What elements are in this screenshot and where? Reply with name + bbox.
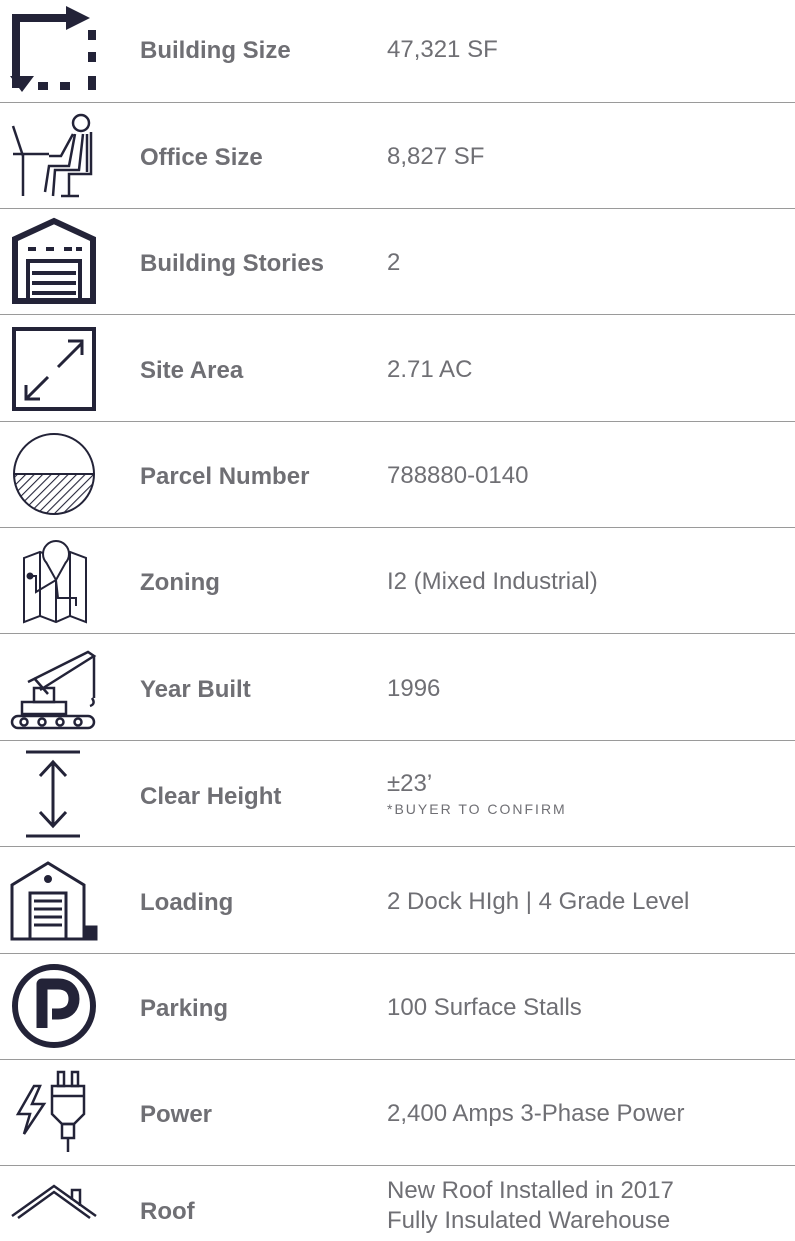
spec-value: 2.71 AC bbox=[387, 356, 473, 383]
spec-row-power: Power 2,400 Amps 3-Phase Power bbox=[0, 1060, 795, 1166]
spec-row-year-built: Year Built 1996 bbox=[0, 634, 795, 741]
roof-icon bbox=[8, 1170, 100, 1230]
spec-value: 2,400 Amps 3-Phase Power bbox=[387, 1100, 685, 1127]
map-pin-icon bbox=[8, 534, 100, 626]
spec-value: New Roof Installed in 2017 Fully Insulat… bbox=[387, 1176, 674, 1236]
spec-value: I2 (Mixed Industrial) bbox=[387, 568, 598, 595]
vertical-height-icon bbox=[8, 748, 100, 840]
spec-label: Clear Height bbox=[140, 783, 282, 810]
spec-label: Parcel Number bbox=[140, 463, 310, 490]
spec-value-main: ±23’ bbox=[387, 770, 433, 797]
power-plug-icon bbox=[8, 1066, 100, 1158]
spec-label: Office Size bbox=[140, 144, 263, 171]
spec-row-roof: Roof New Roof Installed in 2017 Fully In… bbox=[0, 1166, 795, 1241]
spec-value: 100 Surface Stalls bbox=[387, 994, 582, 1021]
spec-row-loading: Loading 2 Dock HIgh | 4 Grade Level bbox=[0, 847, 795, 954]
spec-value: 2 bbox=[387, 249, 401, 276]
spec-label: Roof bbox=[140, 1198, 195, 1225]
spec-row-site-area: Site Area 2.71 AC bbox=[0, 315, 795, 422]
spec-value-note: *BUYER TO CONFIRM bbox=[387, 801, 567, 817]
spec-row-building-stories: Building Stories 2 bbox=[0, 209, 795, 315]
spec-row-office-size: Office Size 8,827 SF bbox=[0, 103, 795, 209]
spec-label: Loading bbox=[140, 889, 234, 916]
spec-row-parking: Parking 100 Surface Stalls bbox=[0, 954, 795, 1060]
building-size-icon bbox=[8, 4, 100, 96]
spec-label: Year Built bbox=[140, 676, 251, 703]
spec-label: Site Area bbox=[140, 357, 244, 384]
spec-value: 8,827 SF bbox=[387, 143, 485, 170]
spec-value: 1996 bbox=[387, 675, 441, 702]
office-desk-person-icon bbox=[8, 109, 100, 201]
spec-label: Power bbox=[140, 1101, 213, 1128]
spec-label: Zoning bbox=[140, 569, 220, 596]
parking-icon bbox=[8, 960, 100, 1052]
spec-row-zoning: Zoning I2 (Mixed Industrial) bbox=[0, 528, 795, 634]
loading-dock-icon bbox=[8, 853, 100, 945]
spec-label: Building Size bbox=[140, 37, 291, 64]
crane-icon bbox=[8, 640, 100, 732]
spec-value: 788880-0140 bbox=[387, 462, 529, 489]
spec-row-parcel-number: Parcel Number 788880-0140 bbox=[0, 422, 795, 528]
spec-value-line1: New Roof Installed in 2017 bbox=[387, 1177, 674, 1204]
spec-label: Building Stories bbox=[140, 250, 325, 277]
warehouse-stories-icon bbox=[8, 215, 100, 307]
spec-value: 47,321 SF bbox=[387, 36, 498, 63]
spec-value: 2 Dock HIgh | 4 Grade Level bbox=[387, 888, 690, 915]
spec-value-line2: Fully Insulated Warehouse bbox=[387, 1207, 671, 1234]
spec-row-clear-height: Clear Height ±23’ *BUYER TO CONFIRM bbox=[0, 741, 795, 847]
parcel-circle-icon bbox=[8, 428, 100, 520]
spec-label: Parking bbox=[140, 995, 229, 1022]
spec-value: ±23’ *BUYER TO CONFIRM bbox=[387, 769, 567, 819]
spec-row-building-size: Building Size 47,321 SF bbox=[0, 0, 795, 103]
diagonal-arrows-icon bbox=[8, 321, 100, 413]
